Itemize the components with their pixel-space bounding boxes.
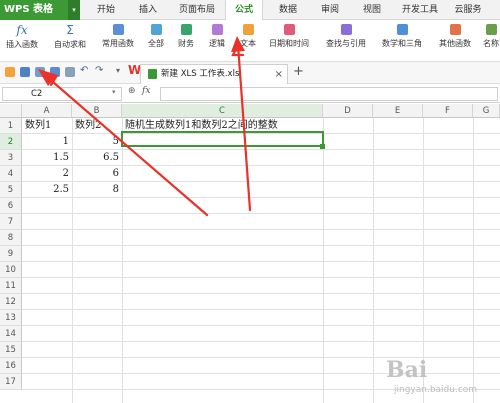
- annotation-arrows: [38, 36, 252, 217]
- watermark-logo: Bai: [386, 357, 428, 383]
- watermark-url: jingyan.baidu.com: [394, 385, 478, 395]
